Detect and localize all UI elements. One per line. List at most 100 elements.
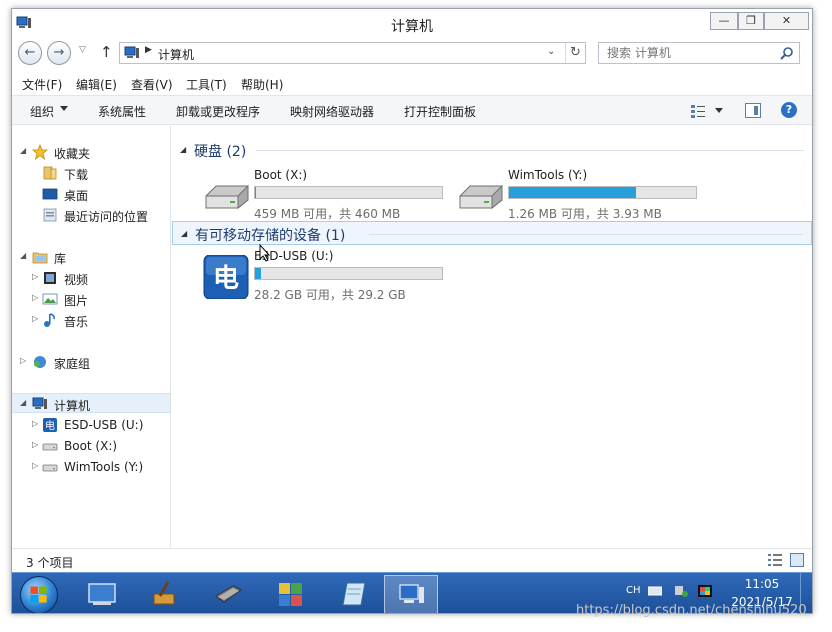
forward-button[interactable]: → bbox=[47, 41, 71, 65]
chevron-down-icon[interactable] bbox=[60, 106, 68, 111]
open-control-panel-button[interactable]: 打开控制面板 bbox=[404, 103, 476, 120]
collapsed-triangle-icon[interactable]: ▷ bbox=[32, 461, 38, 470]
keyboard-icon[interactable] bbox=[648, 585, 662, 597]
video-icon bbox=[44, 272, 56, 284]
desktop-icon bbox=[42, 188, 58, 200]
broom-tool-icon bbox=[153, 581, 175, 605]
expanded-triangle-icon[interactable]: ◢ bbox=[181, 229, 187, 238]
breadcrumb-chevron-icon[interactable]: ▶ bbox=[145, 45, 152, 55]
taskbar-app-cleanup[interactable] bbox=[138, 575, 192, 613]
refresh-button[interactable]: ↻ bbox=[565, 43, 585, 63]
content-pane: ◢ 硬盘 (2) Boot (X:) 459 MB 可用，共 460 MB Wi… bbox=[172, 126, 812, 547]
homegroup-icon bbox=[34, 356, 46, 368]
computer-icon bbox=[399, 584, 424, 603]
uninstall-program-button[interactable]: 卸载或更改程序 bbox=[176, 103, 260, 120]
drive-wimtools[interactable]: WimTools (Y:) 1.26 MB 可用，共 3.93 MB bbox=[456, 168, 706, 224]
breadcrumb-computer[interactable]: 计算机 bbox=[158, 46, 194, 63]
tiles-view-icon[interactable] bbox=[790, 553, 804, 567]
nav-libraries-label: 库 bbox=[54, 252, 67, 266]
nav-recent-places[interactable]: 最近访问的位置 bbox=[12, 205, 170, 225]
help-icon[interactable]: ? bbox=[781, 102, 797, 118]
nav-drive-boot[interactable]: ▷ Boot (X:) bbox=[12, 436, 170, 456]
taskbar-app-computer[interactable] bbox=[384, 575, 438, 613]
up-button[interactable]: ↑ bbox=[100, 43, 113, 61]
expanded-triangle-icon[interactable]: ◢ bbox=[20, 251, 26, 260]
nav-drive-boot-label: Boot (X:) bbox=[64, 439, 118, 453]
search-box[interactable] bbox=[598, 42, 800, 64]
title-bar[interactable]: 计算机 — ❐ ✕ bbox=[12, 9, 812, 39]
item-count: 3 个项目 bbox=[26, 556, 74, 570]
expanded-triangle-icon[interactable]: ◢ bbox=[180, 145, 186, 154]
nav-desktop[interactable]: 桌面 bbox=[12, 184, 170, 204]
taskbar-app-notepad[interactable] bbox=[327, 575, 381, 613]
expanded-triangle-icon[interactable]: ◢ bbox=[20, 146, 26, 155]
taskbar-app-screen[interactable] bbox=[75, 575, 129, 613]
close-button[interactable]: ✕ bbox=[764, 12, 809, 30]
nav-music[interactable]: ▷ 音乐 bbox=[12, 310, 170, 330]
nav-libraries[interactable]: ◢ 库 bbox=[12, 247, 170, 267]
collapsed-triangle-icon[interactable]: ▷ bbox=[32, 314, 38, 323]
collapsed-triangle-icon[interactable]: ▷ bbox=[32, 293, 38, 302]
menu-file[interactable]: 文件(F) bbox=[22, 76, 62, 93]
group-removable-storage[interactable]: ◢ 有可移动存储的设备 (1) bbox=[172, 221, 812, 245]
chevron-down-icon[interactable] bbox=[715, 108, 723, 113]
display-icon[interactable] bbox=[698, 585, 712, 597]
monitor-app-icon bbox=[88, 583, 116, 605]
menu-bar: 文件(F) 编辑(E) 查看(V) 工具(T) 帮助(H) bbox=[12, 71, 812, 95]
nav-drive-wimtools[interactable]: ▷ WimTools (Y:) bbox=[12, 457, 170, 477]
system-properties-button[interactable]: 系统属性 bbox=[98, 103, 146, 120]
nav-pictures[interactable]: ▷ 图片 bbox=[12, 289, 170, 309]
taskbar-app-chip[interactable] bbox=[201, 575, 255, 613]
input-language-indicator[interactable]: CH bbox=[626, 585, 641, 596]
network-icon[interactable] bbox=[674, 585, 688, 597]
details-view-icon[interactable] bbox=[768, 554, 782, 566]
nav-downloads-label: 下载 bbox=[64, 168, 89, 182]
nav-music-label: 音乐 bbox=[64, 315, 89, 329]
collapsed-triangle-icon[interactable]: ▷ bbox=[32, 419, 38, 428]
menu-edit[interactable]: 编辑(E) bbox=[76, 76, 117, 93]
nav-downloads[interactable]: 下载 bbox=[12, 163, 170, 183]
nav-favorites[interactable]: ◢ 收藏夹 bbox=[12, 142, 170, 162]
nav-drive-wimtools-label: WimTools (Y:) bbox=[64, 460, 144, 474]
address-dropdown-icon[interactable]: ⌄ bbox=[547, 46, 555, 57]
maximize-button[interactable]: ❐ bbox=[738, 12, 764, 30]
nav-drive-esd-usb[interactable]: ▷ 电 ESD-USB (U:) bbox=[12, 415, 170, 435]
hard-drive-icon bbox=[42, 443, 58, 451]
drive-name: WimTools (Y:) bbox=[508, 168, 588, 182]
svg-text:电: 电 bbox=[213, 264, 239, 294]
nav-recent-places-label: 最近访问的位置 bbox=[64, 210, 149, 224]
collapsed-triangle-icon[interactable]: ▷ bbox=[32, 272, 38, 281]
nav-computer[interactable]: ◢ 计算机 bbox=[12, 393, 170, 413]
menu-help[interactable]: 帮助(H) bbox=[241, 76, 283, 93]
map-network-drive-button[interactable]: 映射网络驱动器 bbox=[290, 103, 374, 120]
menu-tools[interactable]: 工具(T) bbox=[186, 76, 227, 93]
nav-homegroup[interactable]: ▷ 家庭组 bbox=[12, 352, 170, 372]
arrow-up-icon: ↑ bbox=[100, 43, 113, 61]
library-folder-icon bbox=[32, 252, 48, 264]
drive-esd-usb[interactable]: 电 ESD-USB (U:) 28.2 GB 可用，共 29.2 GB bbox=[202, 249, 452, 305]
recent-locations-dropdown[interactable]: ▽ bbox=[79, 45, 86, 55]
menu-view[interactable]: 查看(V) bbox=[131, 76, 173, 93]
nav-videos[interactable]: ▷ 视频 bbox=[12, 268, 170, 288]
downloads-folder-icon bbox=[43, 166, 57, 180]
group-hard-disks[interactable]: ◢ 硬盘 (2) bbox=[172, 138, 812, 162]
organize-button[interactable]: 组织 bbox=[30, 103, 54, 120]
address-bar[interactable]: ▶ 计算机 ⌄ ↻ bbox=[119, 42, 586, 64]
start-button[interactable] bbox=[20, 576, 58, 613]
group-hard-disks-title: 硬盘 (2) bbox=[194, 144, 247, 160]
expanded-triangle-icon[interactable]: ◢ bbox=[20, 398, 26, 407]
preview-pane-icon[interactable] bbox=[745, 103, 761, 118]
minimize-button[interactable]: — bbox=[710, 12, 738, 30]
taskbar-app-puzzle[interactable] bbox=[264, 575, 318, 613]
drive-boot[interactable]: Boot (X:) 459 MB 可用，共 460 MB bbox=[202, 168, 452, 224]
group-removable-storage-title: 有可移动存储的设备 (1) bbox=[195, 228, 346, 244]
clock-time[interactable]: 11:05 bbox=[730, 577, 794, 591]
command-bar: 组织 系统属性 卸载或更改程序 映射网络驱动器 打开控制面板 ? bbox=[12, 95, 812, 125]
back-button[interactable]: ← bbox=[18, 41, 42, 65]
view-options-icon[interactable] bbox=[691, 104, 705, 118]
search-icon[interactable] bbox=[779, 45, 795, 61]
search-input[interactable] bbox=[607, 46, 767, 60]
windows-logo-icon bbox=[30, 586, 47, 603]
collapsed-triangle-icon[interactable]: ▷ bbox=[32, 440, 38, 449]
collapsed-triangle-icon[interactable]: ▷ bbox=[20, 356, 26, 365]
